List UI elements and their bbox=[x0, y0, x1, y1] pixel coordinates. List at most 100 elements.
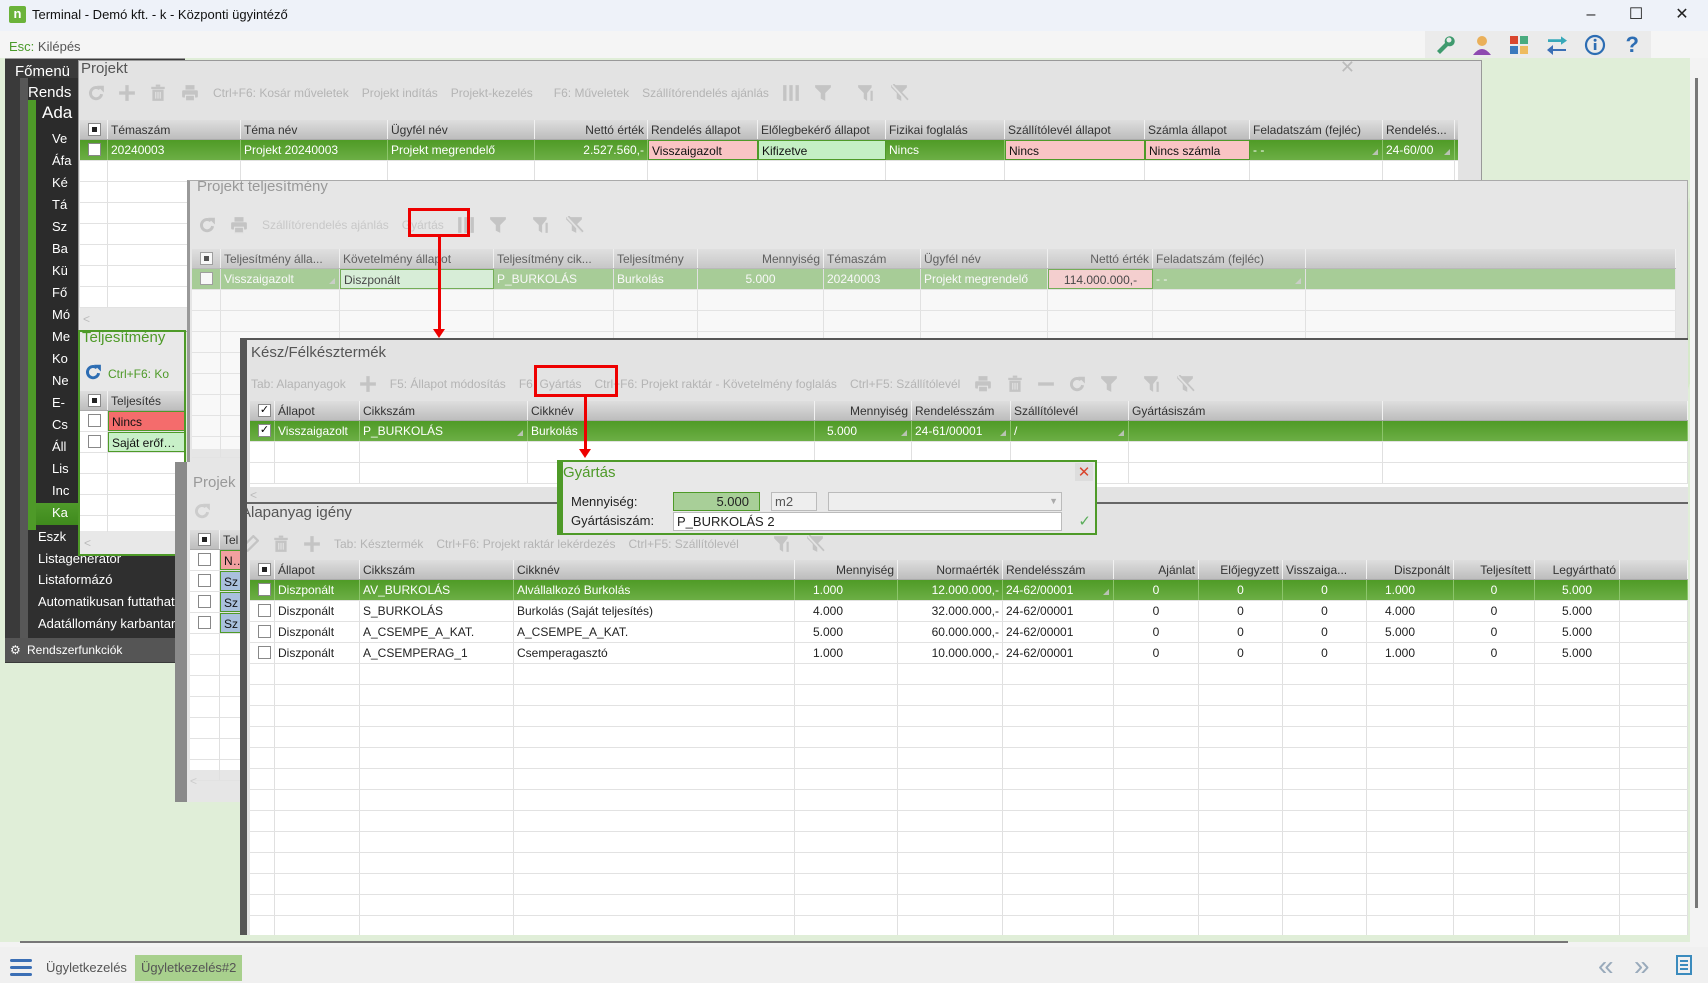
table-cell[interactable]: 1.000 bbox=[795, 643, 898, 663]
minus-icon[interactable] bbox=[1037, 375, 1055, 393]
toolbar-basket-ops[interactable]: Ctrl+F6: Kosár műveletek bbox=[213, 86, 349, 100]
swap-icon[interactable] bbox=[1538, 31, 1576, 58]
checkbox[interactable] bbox=[200, 252, 213, 266]
column-header[interactable]: Gyártásiszám bbox=[1129, 401, 1383, 420]
refresh-icon[interactable] bbox=[84, 363, 102, 384]
menu-item[interactable]: Fő bbox=[52, 285, 67, 300]
checkbox-cell[interactable] bbox=[250, 622, 275, 642]
table-cell[interactable]: 5.000 bbox=[815, 421, 912, 441]
table-cell[interactable]: 20240003 bbox=[108, 140, 241, 160]
table-cell[interactable]: Diszponált bbox=[340, 269, 494, 289]
table-cell[interactable]: 0 bbox=[1454, 601, 1535, 621]
toolbar-status-change[interactable]: F5: Állapot módosítás bbox=[390, 377, 506, 391]
refresh-icon[interactable] bbox=[193, 503, 211, 523]
row-checkbox[interactable] bbox=[198, 574, 211, 588]
menu-item[interactable]: Ké bbox=[52, 175, 68, 190]
serial-input[interactable]: P_BURKOLÁS 2 bbox=[673, 512, 1062, 531]
checkbox[interactable]: ✓ bbox=[258, 404, 271, 418]
filter-clear-icon[interactable] bbox=[805, 535, 825, 553]
column-header[interactable] bbox=[1306, 249, 1676, 268]
table-cell[interactable]: Visszaigazolt bbox=[221, 269, 340, 289]
table-cell[interactable]: Burkolás (Saját teljesítés) bbox=[514, 601, 795, 621]
column-header[interactable]: Diszponált bbox=[1367, 560, 1454, 579]
toolbar-tab-materials[interactable]: Tab: Alapanyagok bbox=[251, 377, 346, 391]
table-cell[interactable]: 24-62/00001 bbox=[1003, 580, 1114, 600]
column-header[interactable]: Cikkszám bbox=[360, 401, 528, 420]
menu-item[interactable]: E- bbox=[52, 395, 65, 410]
printer-icon[interactable] bbox=[229, 216, 249, 234]
table-cell[interactable]: 24-61/00001 bbox=[912, 421, 1011, 441]
table-row[interactable]: Sz bbox=[190, 571, 245, 592]
table-cell[interactable]: Kifizetve bbox=[758, 140, 886, 160]
column-header[interactable] bbox=[1620, 560, 1688, 579]
table-cell[interactable]: Diszponált bbox=[275, 643, 360, 663]
table-cell[interactable] bbox=[1306, 269, 1676, 289]
column-header[interactable]: Normaérték bbox=[898, 560, 1003, 579]
table-cell[interactable]: Burkolás bbox=[528, 421, 815, 441]
table-cell[interactable] bbox=[1620, 580, 1688, 600]
column-header[interactable]: Szállítólevél állapot bbox=[1005, 120, 1145, 139]
column-header[interactable]: Téma név bbox=[241, 120, 388, 139]
task-tab-ugyletkezeles-2[interactable]: Ügyletkezelés#2 bbox=[135, 955, 243, 981]
pencil-icon[interactable] bbox=[247, 535, 259, 553]
wrench-icon[interactable] bbox=[1425, 31, 1463, 58]
table-cell[interactable]: 12.000.000,- bbox=[898, 580, 1003, 600]
column-header[interactable]: Témaszám bbox=[824, 249, 921, 268]
select-all-checkbox[interactable] bbox=[80, 391, 108, 410]
checkbox-cell[interactable] bbox=[190, 550, 220, 570]
checkbox[interactable] bbox=[88, 394, 101, 408]
table-cell[interactable]: 0 bbox=[1283, 601, 1367, 621]
checkbox-cell[interactable] bbox=[190, 613, 220, 633]
column-header[interactable]: Mennyiség bbox=[815, 401, 912, 420]
table-cell[interactable]: Diszponált bbox=[275, 622, 360, 642]
table-cell[interactable]: P_BURKOLÁS bbox=[494, 269, 614, 289]
plus-icon[interactable] bbox=[303, 535, 321, 553]
table-cell[interactable] bbox=[1620, 601, 1688, 621]
toolbar-delivery-note[interactable]: Ctrl+F5: Szállítólevél bbox=[628, 537, 738, 551]
toolbar-reservation[interactable]: Ctrl+F6: Projekt raktár - Követelmény fo… bbox=[595, 377, 837, 391]
filter-clear-icon[interactable] bbox=[564, 216, 584, 234]
table-cell[interactable]: Nincs bbox=[1005, 140, 1145, 160]
select-all-checkbox[interactable] bbox=[192, 249, 221, 268]
help-icon[interactable]: ? bbox=[1613, 31, 1651, 58]
filter-icon[interactable] bbox=[488, 216, 508, 234]
row-checkbox[interactable] bbox=[88, 414, 101, 428]
column-header[interactable]: Legyártható bbox=[1535, 560, 1620, 579]
table-cell[interactable]: Diszponált bbox=[275, 601, 360, 621]
vertical-scrollbar[interactable] bbox=[1690, 58, 1708, 942]
table-cell[interactable]: / bbox=[1011, 421, 1129, 441]
menu-item[interactable]: Ko bbox=[52, 351, 68, 366]
column-header[interactable]: Rendelésszám bbox=[1003, 560, 1114, 579]
row-checkbox[interactable] bbox=[88, 435, 101, 449]
table-cell[interactable]: - - bbox=[1250, 140, 1383, 160]
bottom-scrollbar[interactable] bbox=[20, 941, 1568, 943]
toolbar-stock-query[interactable]: Ctrl+F6: Projekt raktár lekérdezés bbox=[436, 537, 615, 551]
calculator-icon[interactable] bbox=[1676, 955, 1692, 978]
toolbar-ctrl-f6[interactable]: Ctrl+F6: Ko bbox=[108, 367, 169, 381]
table-cell[interactable]: A_CSEMPE_A_KAT. bbox=[360, 622, 514, 642]
column-header[interactable]: Előlegbekérő állapot bbox=[758, 120, 886, 139]
column-header[interactable]: Ügyfél név bbox=[921, 249, 1048, 268]
column-header[interactable]: Nettó érték bbox=[1048, 249, 1153, 268]
select-all-checkbox[interactable] bbox=[190, 530, 220, 549]
column-header[interactable]: Teljesítés bbox=[108, 391, 184, 410]
row-checkbox[interactable] bbox=[200, 272, 213, 286]
select-all-checkbox[interactable] bbox=[80, 120, 108, 139]
table-cell[interactable]: 0 bbox=[1114, 622, 1199, 642]
table-cell[interactable]: A_CSEMPE_A_KAT. bbox=[514, 622, 795, 642]
column-header[interactable] bbox=[1383, 401, 1688, 420]
table-cell[interactable] bbox=[1383, 421, 1688, 441]
menu-item[interactable]: Sz bbox=[52, 219, 67, 234]
column-header[interactable]: Témaszám bbox=[108, 120, 241, 139]
table-cell[interactable]: 24-62/00001 bbox=[1003, 601, 1114, 621]
column-header[interactable]: Visszaiga... bbox=[1283, 560, 1367, 579]
table-cell[interactable]: Visszaigazolt bbox=[275, 421, 360, 441]
menu-item[interactable]: Lis bbox=[52, 461, 69, 476]
table-cell[interactable]: 20240003 bbox=[824, 269, 921, 289]
refresh-icon[interactable] bbox=[87, 84, 105, 102]
column-header[interactable]: Mennyiség bbox=[698, 249, 824, 268]
tiles-icon[interactable] bbox=[1500, 31, 1538, 58]
table-cell[interactable]: P_BURKOLÁS bbox=[360, 421, 528, 441]
menu-item[interactable]: Kü bbox=[52, 263, 68, 278]
refresh-icon[interactable] bbox=[80, 358, 106, 388]
